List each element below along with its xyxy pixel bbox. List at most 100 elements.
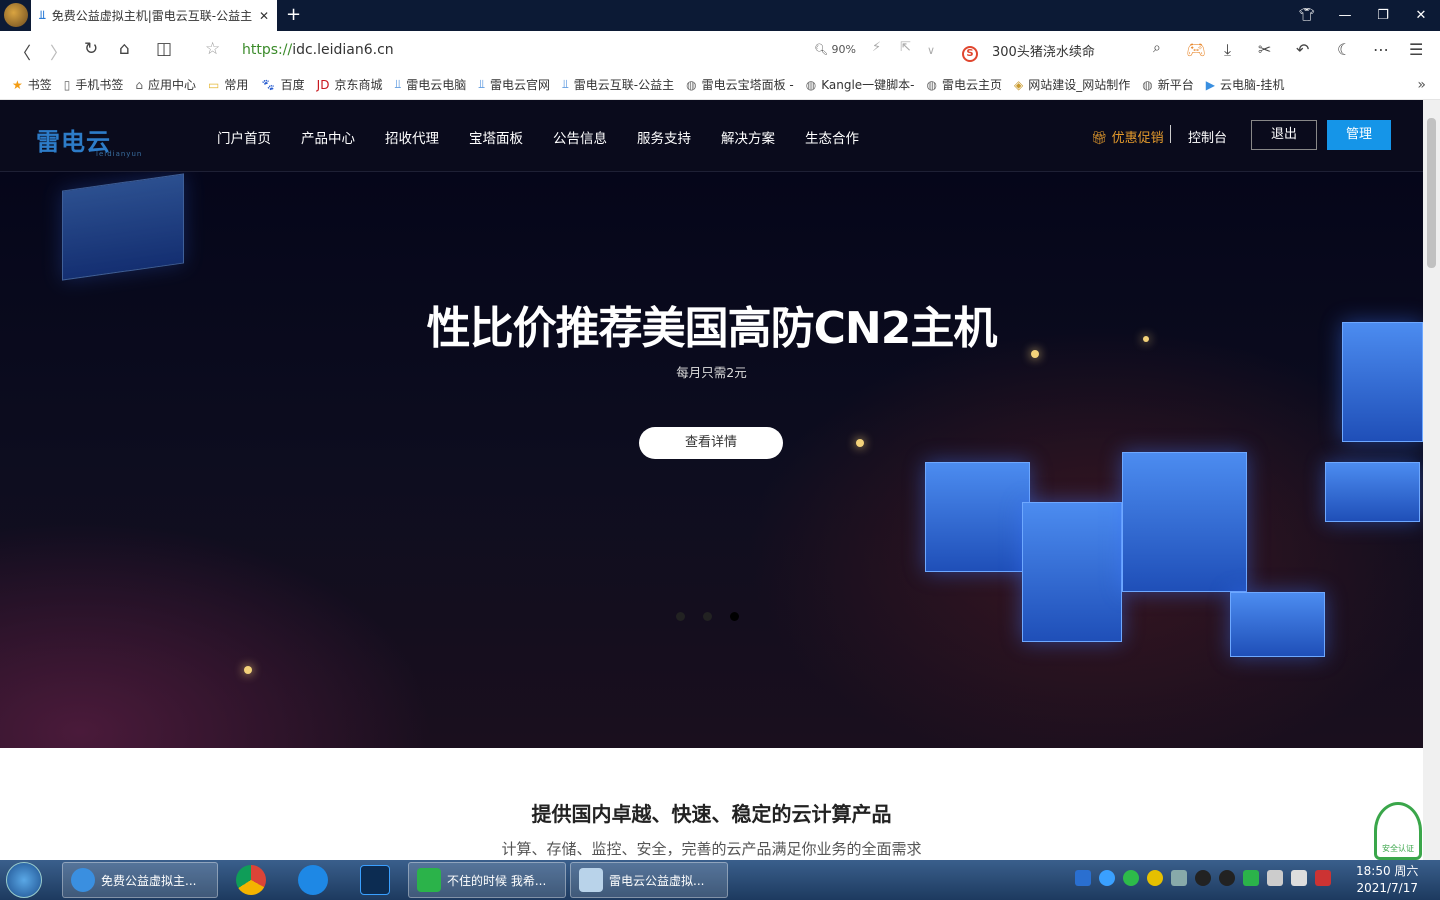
search-icon[interactable]: ⌕ [1153,40,1161,56]
bookmark-label: 雷电云主页 [941,78,1002,92]
bookmark-item[interactable]: ▭ 常用 [208,76,248,93]
new-tab-icon[interactable]: + [286,4,301,25]
close-window-icon[interactable]: ✕ [1402,8,1440,23]
bookmark-item[interactable]: ◍ 雷电云主页 [927,76,1003,93]
taskbar-item-browser[interactable]: 免费公益虚拟主... [62,862,218,898]
photoshop-icon[interactable] [360,865,390,895]
taskbar-label: 不住的时候 我希... [447,873,547,888]
leidian-icon: ⫫ [478,77,485,91]
bookmark-item[interactable]: ◍ 雷电云宝塔面板 - [686,76,794,93]
bookmark-item[interactable]: ▶ 云电脑-挂机 [1206,76,1285,93]
more-icon[interactable]: ⋯ [1373,40,1389,59]
bookmark-item[interactable]: JD 京东商城 [317,76,383,93]
music-tray-icon[interactable] [1243,870,1259,886]
chrome-icon[interactable] [236,865,266,895]
network-icon[interactable] [1267,870,1283,886]
flash-icon[interactable]: ⚡︎ [872,40,881,55]
globe-icon: ◍ [926,77,937,92]
star-icon: ★ [12,77,23,92]
qq-icon[interactable] [1219,870,1235,886]
browser-tab[interactable]: ⫫ 免费公益虚拟主机|雷电云互联-公益主 ✕ [31,0,277,31]
carousel-dot[interactable] [703,612,712,621]
bookmark-item[interactable]: ◍ 新平台 [1142,76,1194,93]
nav-item[interactable]: 招收代理 [385,127,439,147]
carousel-dot[interactable] [676,612,685,621]
bookmark-item[interactable]: ◈ 网站建设_网站制作 [1014,76,1130,93]
scrollbar-thumb[interactable] [1427,118,1436,268]
ime-icon[interactable] [1075,870,1091,886]
volume-icon[interactable] [1291,870,1307,886]
bookmark-item[interactable]: ⫫ 雷电云官网 [478,76,550,93]
forward-icon[interactable]: 〉 [50,39,67,64]
bookmark-item[interactable]: ⫫ 雷电云电脑 [394,76,466,93]
bookmark-item[interactable]: ◍ Kangle一键脚本- [806,76,915,93]
leidian-favicon-icon: ⫫ [39,8,46,22]
bookmark-item[interactable]: 🐾︎ 百度 [260,76,304,93]
decor-cube [1325,462,1420,522]
clock[interactable]: 18:50 周六 2021/7/17 [1356,863,1418,897]
tray-app-icon[interactable] [1147,870,1163,886]
bookmark-item[interactable]: ⫫ 雷电云互联-公益主 [562,76,674,93]
user-avatar[interactable] [4,3,28,27]
bookmark-item[interactable]: ★ 书签 [12,76,52,93]
console-link[interactable]: 控制台 [1188,127,1227,146]
decor-cube [62,173,184,281]
promo-link[interactable]: 🎁︎ 优惠促销 [1091,127,1164,146]
reload-icon[interactable]: ↻ [84,39,98,59]
home-icon[interactable]: ⌂ [119,39,130,59]
bookmark-item[interactable]: ⌂ 应用中心 [135,76,196,93]
bookmark-label: 雷电云电脑 [406,78,467,92]
chevron-down-icon[interactable]: ∨ [927,44,935,57]
sogou-browser-icon[interactable] [298,865,328,895]
share-icon[interactable]: ⇱ [900,40,911,55]
menu-icon[interactable]: ☰ [1409,40,1423,59]
favorite-star-icon[interactable]: ☆ [205,39,220,59]
wechat-icon[interactable] [1123,870,1139,886]
more-bookmarks-icon[interactable]: » [1417,77,1426,93]
reader-icon[interactable]: ◫ [156,39,172,59]
scissors-icon[interactable]: ✂ [1258,40,1271,59]
tray-app-icon[interactable] [1171,870,1187,886]
bookmark-item[interactable]: ▯ 手机书签 [64,76,124,93]
security-badge[interactable]: 安全认证 [1374,802,1422,860]
site-header: 雷电云 leidianyun 门户首页 产品中心 招收代理 宝塔面板 公告信息 服务支持 解决… [0,100,1423,172]
nav-item[interactable]: 生态合作 [805,127,859,147]
start-button[interactable] [6,862,42,898]
restore-icon[interactable]: ❐ [1364,8,1402,23]
bookmark-label: 雷电云互联-公益主 [573,78,675,92]
globe-icon: ◍ [686,77,697,92]
tray-app-icon[interactable] [1315,870,1331,886]
logout-button[interactable]: 退出 [1251,120,1317,150]
minimize-icon[interactable]: — [1326,8,1364,23]
nav-item[interactable]: 门户首页 [217,127,271,147]
nav-item[interactable]: 公告信息 [553,127,607,147]
undo-icon[interactable]: ↶ [1296,40,1309,59]
tray-app-icon[interactable] [1099,870,1115,886]
nav-item[interactable]: 解决方案 [721,127,775,147]
manage-button[interactable]: 管理 [1327,120,1391,150]
nav-item[interactable]: 产品中心 [301,127,355,147]
page-scrollbar[interactable] [1423,100,1440,860]
night-mode-icon[interactable]: ☾ [1337,40,1351,59]
url-field[interactable]: https://idc.leidian6.cn [242,42,394,58]
site-logo[interactable]: 雷电云 leidianyun [36,122,141,158]
server-cube [1022,502,1122,642]
nav-item[interactable]: 服务支持 [637,127,691,147]
skin-icon[interactable]: 👕︎ [1288,8,1326,23]
zoom-level[interactable]: 🔍︎ 90% [814,43,856,56]
taskbar-item-notepad[interactable]: 雷电云公益虚拟... [570,862,728,898]
search-box[interactable]: S 300头猪浇水续命 [962,41,1095,62]
url-host: idc.leidian6.cn [292,42,394,58]
close-tab-icon[interactable]: ✕ [259,9,269,23]
qq-icon[interactable] [1195,870,1211,886]
products-section: 提供国内卓越、快速、稳定的云计算产品 计算、存储、监控、安全，完善的云产品满足你… [0,748,1423,860]
back-icon[interactable]: 〈 [14,39,31,64]
gift-icon: 🎁︎ [1091,131,1108,146]
download-icon[interactable]: ⤓ [1224,40,1231,60]
carousel-dots [676,612,739,621]
view-details-button[interactable]: 查看详情 [639,427,783,459]
taskbar-item-music[interactable]: 不住的时候 我希... [408,862,566,898]
carousel-dot-active[interactable] [730,612,739,621]
game-icon[interactable]: 🎮︎ [1186,40,1206,59]
nav-item[interactable]: 宝塔面板 [469,127,523,147]
